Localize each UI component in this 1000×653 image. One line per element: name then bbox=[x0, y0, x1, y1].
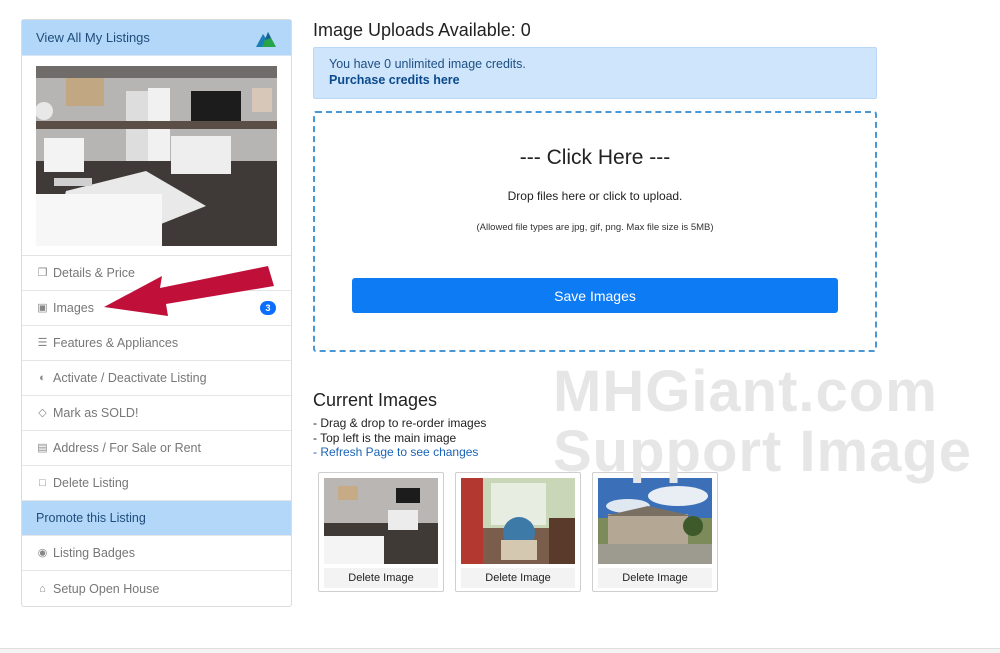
current-images-list: Delete Image Delete Image Delete Image bbox=[318, 472, 718, 592]
certificate-icon: ◉ bbox=[37, 547, 48, 559]
dropzone-note: (Allowed file types are jpg, gif, png. M… bbox=[476, 222, 714, 233]
image-icon: ▣ bbox=[37, 302, 48, 314]
credits-text: You have 0 unlimited image credits. bbox=[329, 57, 526, 71]
sidebar-item-mark-sold[interactable]: ◇ Mark as SOLD! bbox=[22, 396, 291, 431]
page-bottom-border bbox=[0, 648, 1000, 653]
sidebar-item-label: Delete Listing bbox=[53, 476, 129, 490]
thumbnail-sunroom bbox=[461, 478, 575, 564]
image-thumbnail[interactable]: Delete Image bbox=[318, 472, 444, 592]
thumbnail-home-exterior bbox=[598, 478, 712, 564]
toggle-icon: ◐ bbox=[39, 372, 46, 384]
sidebar-item-label: Activate / Deactivate Listing bbox=[53, 371, 207, 385]
sidebar-item-label: Mark as SOLD! bbox=[53, 406, 139, 420]
list-icon: ☰ bbox=[37, 337, 48, 349]
promote-listing-label: Promote this Listing bbox=[36, 511, 146, 525]
image-thumbnail[interactable]: Delete Image bbox=[592, 472, 718, 592]
sidebar-item-label: Listing Badges bbox=[53, 546, 136, 560]
main-listing-photo bbox=[36, 66, 277, 246]
refresh-page-link[interactable]: - Refresh Page to see changes bbox=[313, 445, 486, 460]
uploads-available-title: Image Uploads Available: 0 bbox=[313, 20, 531, 40]
dropzone-title: --- Click Here --- bbox=[519, 146, 671, 169]
delete-image-button[interactable]: Delete Image bbox=[598, 568, 712, 588]
promote-listing-header[interactable]: Promote this Listing bbox=[22, 501, 291, 536]
sidebar-item-label: Address / For Sale or Rent bbox=[53, 441, 201, 455]
delete-image-button[interactable]: Delete Image bbox=[461, 568, 575, 588]
watermark-line-2: Support Image bbox=[553, 419, 973, 484]
sidebar-item-label: Images bbox=[53, 301, 94, 315]
image-thumbnail[interactable]: Delete Image bbox=[455, 472, 581, 592]
upload-dropzone[interactable]: --- Click Here --- Drop files here or cl… bbox=[313, 111, 877, 352]
delete-image-button[interactable]: Delete Image bbox=[324, 568, 438, 588]
watermark-line-1: MHGiant.com bbox=[553, 359, 938, 424]
sidebar-item-label: Features & Appliances bbox=[53, 336, 179, 350]
credits-alert: You have 0 unlimited image credits. Purc… bbox=[313, 47, 877, 99]
dropzone-subtitle: Drop files here or click to upload. bbox=[507, 189, 683, 203]
support-watermark: MHGiant.com Support Image bbox=[553, 362, 972, 482]
mhgiant-logo-icon bbox=[256, 31, 276, 47]
sidebar-item-label: Setup Open House bbox=[53, 581, 160, 596]
note-reorder: - Drag & drop to re-order images bbox=[313, 416, 487, 430]
home-icon: ⌂ bbox=[39, 582, 46, 595]
sidebar-item-delete-listing[interactable]: □ Delete Listing bbox=[22, 466, 291, 501]
save-images-button[interactable]: Save Images bbox=[352, 278, 838, 313]
diamond-icon: ◇ bbox=[38, 407, 47, 419]
purchase-credits-link[interactable]: Purchase credits here bbox=[329, 73, 861, 87]
current-images-title: Current Images bbox=[313, 390, 438, 410]
view-all-listings-label: View All My Listings bbox=[36, 30, 150, 45]
sidebar-item-features[interactable]: ☰ Features & Appliances bbox=[22, 326, 291, 361]
pointer-arrow-icon bbox=[104, 266, 274, 316]
thumbnail-living-room bbox=[324, 478, 438, 564]
trash-icon: □ bbox=[39, 477, 46, 489]
copy-icon: ❐ bbox=[37, 267, 48, 279]
sidebar-item-activate[interactable]: ◐ Activate / Deactivate Listing bbox=[22, 361, 291, 396]
main-photo-frame bbox=[22, 56, 291, 256]
current-images-notes: - Drag & drop to re-order images - Top l… bbox=[313, 416, 486, 460]
sidebar-item-listing-badges[interactable]: ◉ Listing Badges bbox=[22, 536, 291, 571]
note-main-image: - Top left is the main image bbox=[313, 430, 457, 445]
map-icon: ▤ bbox=[37, 442, 48, 454]
view-all-listings-link[interactable]: View All My Listings bbox=[22, 20, 291, 56]
sidebar-item-address[interactable]: ▤ Address / For Sale or Rent bbox=[22, 431, 291, 466]
sidebar-item-open-house[interactable]: ⌂ Setup Open House bbox=[22, 571, 291, 606]
